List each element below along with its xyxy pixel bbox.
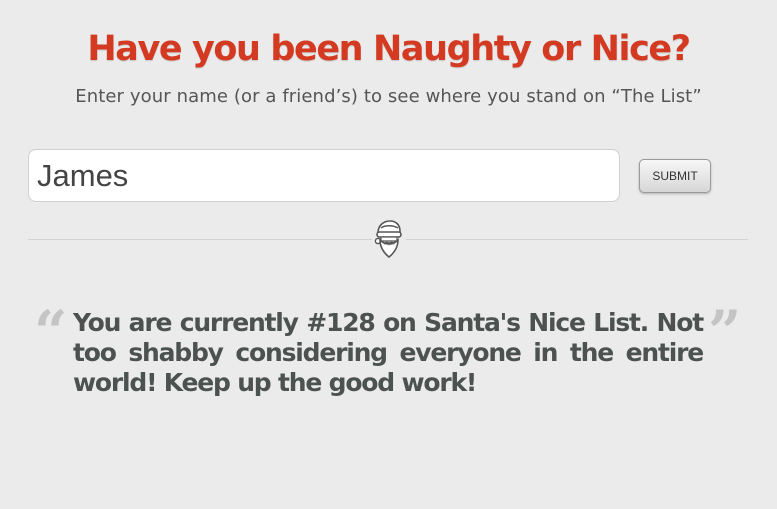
- result-message: You are currently #128 on Santa's Nice L…: [73, 308, 704, 397]
- santa-icon: [372, 219, 406, 259]
- name-input[interactable]: [28, 149, 620, 202]
- page-title: Have you been Naughty or Nice?: [87, 29, 691, 69]
- page-subtitle: Enter your name (or a friend’s) to see w…: [75, 86, 702, 107]
- quote-open-mark: “: [34, 298, 68, 366]
- quote-close-mark: ”: [708, 298, 742, 366]
- submit-button[interactable]: SUBMIT: [639, 159, 711, 193]
